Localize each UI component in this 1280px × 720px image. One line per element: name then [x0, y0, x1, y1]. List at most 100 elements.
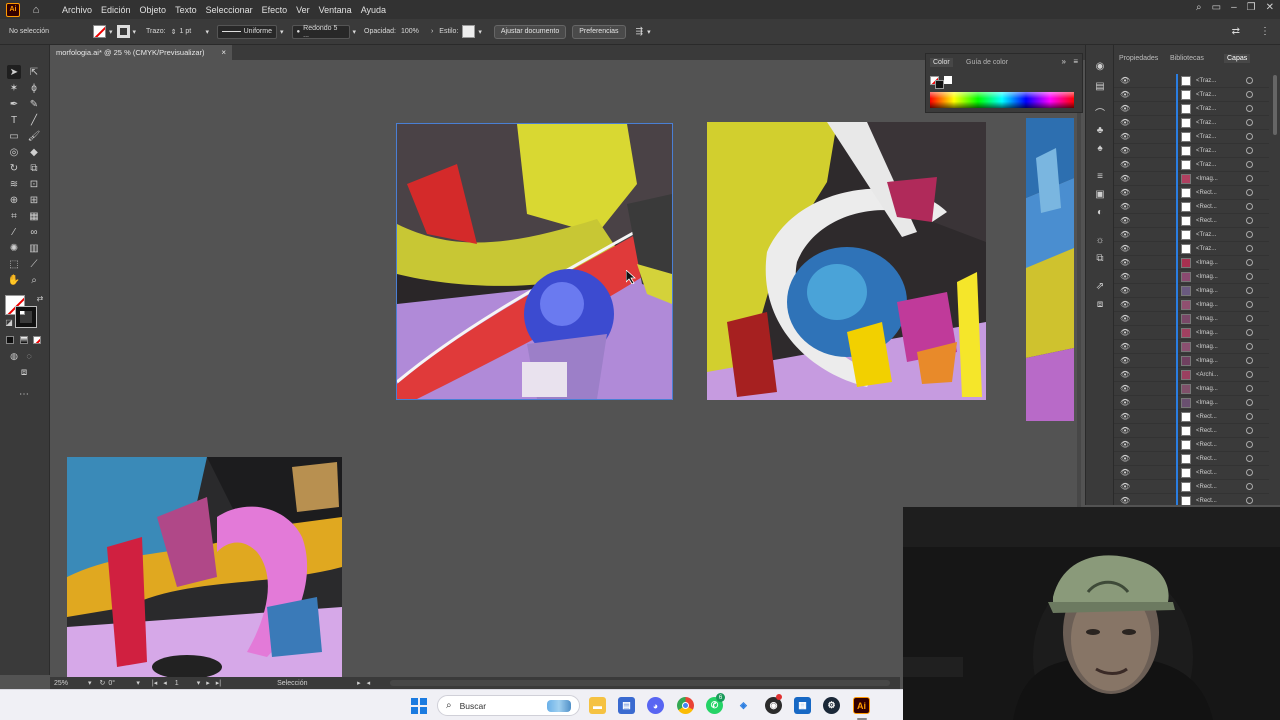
layer-name[interactable]: <Traz... [1196, 120, 1216, 126]
visibility-eye-icon[interactable]: 👁 [1120, 244, 1130, 253]
panel-stroke-swatch[interactable] [935, 80, 944, 89]
file-explorer-icon[interactable]: ▬ [589, 697, 606, 714]
target-circle-icon[interactable] [1246, 329, 1253, 336]
draw-behind-icon[interactable]: ◌ [22, 349, 36, 363]
visibility-eye-icon[interactable]: 👁 [1120, 160, 1130, 169]
color-panel-icon[interactable]: ◉ [1093, 59, 1107, 73]
layer-name[interactable]: <Rect... [1196, 442, 1217, 448]
visibility-eye-icon[interactable]: 👁 [1120, 384, 1130, 393]
target-circle-icon[interactable] [1246, 399, 1253, 406]
visibility-eye-icon[interactable]: 👁 [1120, 90, 1130, 99]
rotation-value[interactable]: 0° [108, 680, 136, 687]
taskbar-search-box[interactable]: ⌕ Buscar [437, 695, 580, 716]
prev-artboard-icon[interactable]: ◂ [163, 679, 167, 687]
scale-tool-icon[interactable]: ⧉ [27, 161, 41, 175]
target-circle-icon[interactable] [1246, 147, 1253, 154]
layer-row[interactable]: 👁 <Rect... [1114, 438, 1269, 452]
target-circle-icon[interactable] [1246, 91, 1253, 98]
document-tab[interactable]: morfologia.ai* @ 25 % (CMYK/Previsualiza… [50, 45, 232, 60]
chevron-right-icon[interactable]: ▸ [357, 679, 361, 687]
target-circle-icon[interactable] [1246, 217, 1253, 224]
layer-row[interactable]: 👁 <Rect... [1114, 186, 1269, 200]
layer-row[interactable]: 👁 <Imag... [1114, 256, 1269, 270]
visibility-eye-icon[interactable]: 👁 [1120, 454, 1130, 463]
hand-tool-icon[interactable]: ✋ [7, 273, 21, 287]
gradient-panel-icon[interactable]: ▣ [1093, 187, 1107, 201]
target-circle-icon[interactable] [1246, 301, 1253, 308]
target-circle-icon[interactable] [1246, 231, 1253, 238]
target-circle-icon[interactable] [1246, 343, 1253, 350]
transparency-icon[interactable]: ◐ [1093, 205, 1107, 219]
stroke-swatch[interactable] [116, 25, 130, 38]
layer-name[interactable]: <Rect... [1196, 428, 1217, 434]
free-transform-tool-icon[interactable]: ⊡ [27, 177, 41, 191]
target-circle-icon[interactable] [1246, 287, 1253, 294]
slice-tool-icon[interactable]: ⟋ [27, 257, 41, 271]
layer-row[interactable]: 👁 <Traz... [1114, 88, 1269, 102]
visibility-eye-icon[interactable]: 👁 [1120, 258, 1130, 267]
target-circle-icon[interactable] [1246, 175, 1253, 182]
calculator-icon[interactable]: ▤ [618, 697, 635, 714]
close-icon[interactable]: ✕ [1266, 2, 1274, 13]
artboard-collage-2[interactable] [707, 122, 986, 400]
layer-row[interactable]: 👁 <Imag... [1114, 298, 1269, 312]
selection-tool-icon[interactable]: ➤ [7, 65, 21, 79]
layer-name[interactable]: <Rect... [1196, 470, 1217, 476]
first-artboard-icon[interactable]: |◂ [152, 679, 157, 687]
visibility-eye-icon[interactable]: 👁 [1120, 370, 1130, 379]
white-swatch[interactable] [944, 76, 952, 84]
visibility-eye-icon[interactable]: 👁 [1120, 104, 1130, 113]
graphic-styles-icon[interactable]: ♠ [1093, 141, 1107, 155]
layer-name[interactable]: <Imag... [1196, 176, 1218, 182]
visibility-eye-icon[interactable]: 👁 [1120, 174, 1130, 183]
visibility-eye-icon[interactable]: 👁 [1120, 398, 1130, 407]
layer-row[interactable]: 👁 <Imag... [1114, 326, 1269, 340]
warp-tool-icon[interactable]: ≋ [7, 177, 21, 191]
chevron-down-icon[interactable]: ▾ [647, 28, 651, 36]
tab-layers[interactable]: Capas [1224, 54, 1251, 63]
gradient-tool-icon[interactable]: ▦ [27, 209, 41, 223]
arrange-documents-icon[interactable]: ⇄ [1232, 26, 1240, 37]
minimize-icon[interactable]: – [1231, 2, 1237, 13]
discord-icon[interactable]: ◕ [647, 697, 664, 714]
layer-row[interactable]: 👁 <Traz... [1114, 74, 1269, 88]
more-icon[interactable]: ⋮ [1260, 26, 1270, 37]
chevron-down-icon[interactable]: ▾ [353, 28, 357, 36]
layer-name[interactable]: <Rect... [1196, 498, 1217, 504]
shaper-tool-icon[interactable]: ◎ [7, 145, 21, 159]
blend-tool-icon[interactable]: ∞ [27, 225, 41, 239]
lasso-tool-icon[interactable]: ϕ [27, 81, 41, 95]
target-circle-icon[interactable] [1246, 259, 1253, 266]
next-artboard-icon[interactable]: ▸ [206, 679, 210, 687]
pen-tool-icon[interactable]: ✒ [7, 97, 21, 111]
tab-properties[interactable]: Propiedades [1119, 55, 1158, 62]
horizontal-scrollbar[interactable] [390, 680, 891, 686]
layer-row[interactable]: 👁 <Rect... [1114, 494, 1269, 505]
target-circle-icon[interactable] [1246, 469, 1253, 476]
layer-row[interactable]: 👁 <Rect... [1114, 480, 1269, 494]
target-circle-icon[interactable] [1246, 315, 1253, 322]
color-spectrum[interactable] [930, 92, 1074, 108]
workspace-icon[interactable]: ▭ [1212, 2, 1221, 13]
layer-name[interactable]: <Rect... [1196, 456, 1217, 462]
visibility-eye-icon[interactable]: 👁 [1120, 328, 1130, 337]
swap-colors-icon[interactable]: ⇄ [33, 291, 47, 305]
layer-name[interactable]: <Imag... [1196, 400, 1218, 406]
layer-row[interactable]: 👁 <Rect... [1114, 214, 1269, 228]
tab-libraries[interactable]: Bibliotecas [1170, 55, 1204, 62]
layer-row[interactable]: 👁 <Rect... [1114, 452, 1269, 466]
shape-builder-tool-icon[interactable]: ⊕ [7, 193, 21, 207]
target-circle-icon[interactable] [1246, 161, 1253, 168]
layer-name[interactable]: <Rect... [1196, 218, 1217, 224]
visibility-eye-icon[interactable]: 👁 [1120, 300, 1130, 309]
layer-name[interactable]: <Traz... [1196, 78, 1216, 84]
rectangle-tool-icon[interactable]: ▭ [7, 129, 21, 143]
target-circle-icon[interactable] [1246, 413, 1253, 420]
graph-tool-icon[interactable]: ▥ [27, 241, 41, 255]
layer-row[interactable]: 👁 <Traz... [1114, 130, 1269, 144]
layer-name[interactable]: <Imag... [1196, 344, 1218, 350]
layer-name[interactable]: <Rect... [1196, 190, 1217, 196]
stepper-icon[interactable]: ⇕ [171, 28, 177, 36]
artboards-panel-icon[interactable]: ⧈ [1093, 297, 1107, 311]
layer-row[interactable]: 👁 <Traz... [1114, 116, 1269, 130]
